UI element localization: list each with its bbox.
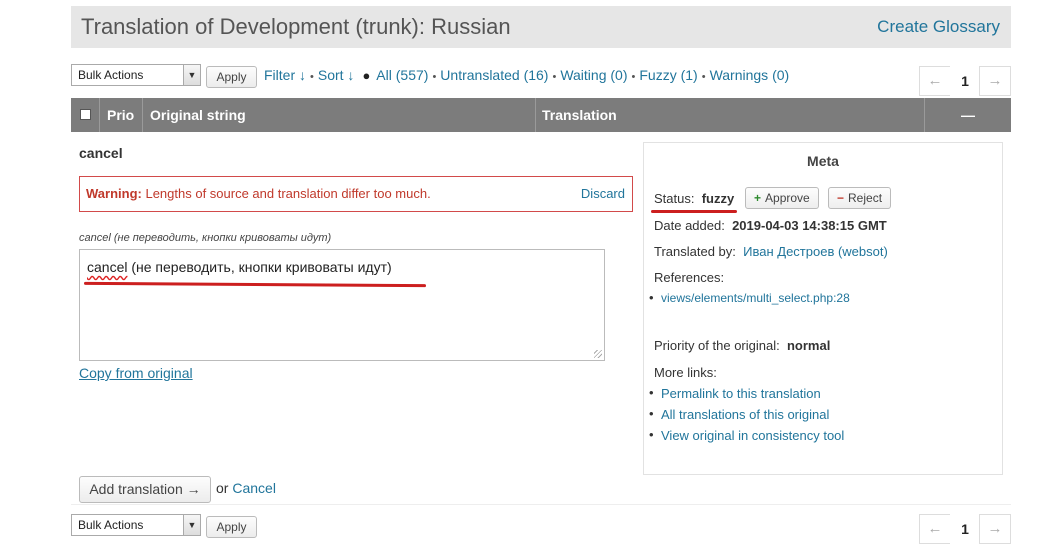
approve-button[interactable]: + Approve <box>745 187 819 209</box>
sort-link[interactable]: Sort ↓ <box>318 67 355 83</box>
bulk-actions-select-bottom[interactable]: Bulk Actions ▼ <box>71 514 201 536</box>
next-page-button[interactable]: → <box>979 66 1011 96</box>
status-value: fuzzy <box>701 191 735 206</box>
filter-link[interactable]: Filter ↓ <box>264 67 306 83</box>
minus-icon: − <box>837 191 845 205</box>
reject-button[interactable]: − Reject <box>828 187 892 209</box>
status-label: Status: <box>654 191 695 206</box>
copy-from-original-link[interactable]: Copy from original <box>79 365 193 381</box>
select-all-checkbox[interactable] <box>80 109 91 120</box>
discard-warning-link[interactable]: Discard <box>581 177 625 211</box>
bullet-icon: ● <box>362 68 371 83</box>
status-row: Status: fuzzy <box>654 191 734 206</box>
warning-label: Warning: <box>86 186 142 201</box>
date-value: 2019-04-03 14:38:15 GMT <box>732 218 887 233</box>
permalink-link[interactable]: Permalink to this translation <box>661 386 821 401</box>
create-glossary-link[interactable]: Create Glossary <box>877 17 1000 37</box>
resize-handle-icon[interactable] <box>594 350 602 358</box>
next-page-button[interactable]: → <box>979 514 1011 544</box>
current-page: 1 <box>950 66 980 96</box>
plus-icon: + <box>754 191 762 205</box>
bulk-actions-select[interactable]: Bulk Actions ▼ <box>71 64 201 86</box>
pagination: ← 1 → <box>919 66 1011 96</box>
translator-link[interactable]: Иван Дестроев (websot) <box>743 244 888 259</box>
warning-text: Lengths of source and translation differ… <box>145 186 431 201</box>
meta-panel: Meta Status: fuzzy + Approve − Reject Date… <box>643 142 1003 475</box>
filter-all[interactable]: All (557) <box>376 67 428 83</box>
translation-text: (не переводить, кнопки кривоваты идут) <box>127 259 392 275</box>
or-text: or <box>216 480 229 496</box>
col-prio: Prio <box>100 98 143 132</box>
more-links-label: More links: <box>654 365 717 380</box>
col-translation: Translation <box>536 98 925 132</box>
bottom-toolbar: Bulk Actions ▼ Apply ← 1 → <box>71 514 1011 544</box>
prev-page-button[interactable]: ← <box>919 66 951 96</box>
filter-untranslated[interactable]: Untranslated (16) <box>440 67 548 83</box>
translated-by-row: Translated by: Иван Дестроев (websot) <box>654 244 888 259</box>
add-translation-button[interactable]: Add translation → <box>79 476 211 503</box>
divider <box>71 504 1011 505</box>
page-header: Translation of Development (trunk): Russ… <box>71 6 1011 48</box>
misspelled-word: cancel <box>87 259 128 275</box>
select-all-cell <box>71 98 100 132</box>
cancel-link[interactable]: Cancel <box>232 480 276 496</box>
filter-bar: Filter ↓ • Sort ↓ ● All (557) • Untranslated (… <box>264 67 790 83</box>
pagination-bottom: ← 1 → <box>919 514 1011 544</box>
filter-warnings[interactable]: Warnings (0) <box>710 67 790 83</box>
context-note: cancel (не переводить, кнопки кривоваты … <box>79 232 332 244</box>
table-header: Prio Original string Translation — <box>71 98 1011 132</box>
date-row: Date added: 2019-04-03 14:38:15 GMT <box>654 218 887 233</box>
filter-waiting[interactable]: Waiting (0) <box>560 67 627 83</box>
collapse-toggle[interactable]: — <box>925 98 1011 132</box>
original-string: cancel <box>79 145 123 161</box>
priority-value: normal <box>786 338 831 353</box>
apply-button[interactable]: Apply <box>206 66 257 88</box>
reference-link[interactable]: views/elements/multi_select.php:28 <box>661 291 850 305</box>
meta-title: Meta <box>807 153 839 169</box>
chevron-down-icon: ▼ <box>183 515 200 535</box>
prev-page-button[interactable]: ← <box>919 514 951 544</box>
priority-row: Priority of the original: normal <box>654 338 831 353</box>
filter-fuzzy[interactable]: Fuzzy (1) <box>639 67 697 83</box>
status-annotation-underline <box>651 210 737 213</box>
references-label: References: <box>654 270 725 285</box>
warning-box: Warning: Lengths of source and translati… <box>79 176 633 212</box>
col-original: Original string <box>143 98 536 132</box>
consistency-tool-link[interactable]: View original in consistency tool <box>661 428 844 443</box>
top-toolbar: Bulk Actions ▼ Apply Filter ↓ • Sort ↓ ● All… <box>71 64 1011 96</box>
current-page: 1 <box>950 514 980 544</box>
all-translations-link[interactable]: All translations of this original <box>661 407 829 422</box>
apply-button-bottom[interactable]: Apply <box>206 516 257 538</box>
translation-textarea[interactable]: cancel (не переводить, кнопки кривоваты … <box>79 249 605 361</box>
chevron-down-icon: ▼ <box>183 65 200 85</box>
page-title: Translation of Development (trunk): Russ… <box>81 14 511 39</box>
